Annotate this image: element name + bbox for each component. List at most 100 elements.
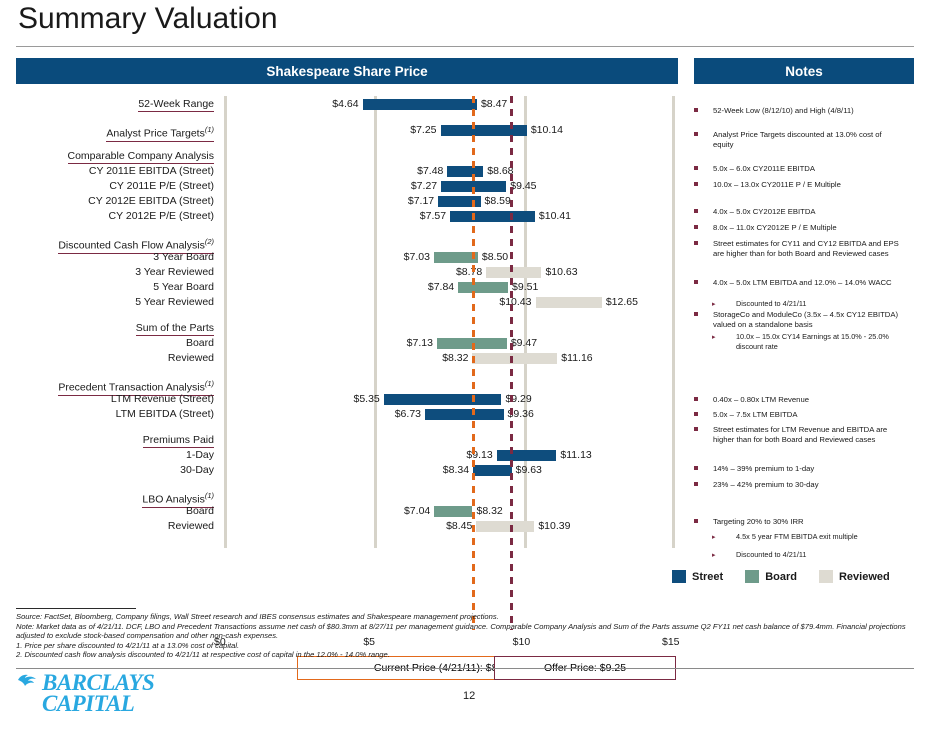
note-subitem: ▸ 4.5x 5 year FTM EBITDA exit multiple xyxy=(694,532,890,542)
legend-swatch xyxy=(818,570,833,583)
bar-high-value: $10.63 xyxy=(545,266,578,278)
row-label: 5 Year Board xyxy=(153,281,214,293)
note-item: Street estimates for CY11 and CY12 EBITD… xyxy=(694,239,904,259)
bar-low-value: $7.03 xyxy=(403,251,430,263)
bar-high-value: $8.32 xyxy=(476,505,503,517)
row-label: LTM Revenue (Street) xyxy=(110,393,214,405)
row-label: 3 Year Board xyxy=(153,251,214,263)
range-bar xyxy=(476,521,535,532)
arrow-icon: ▸ xyxy=(712,301,716,308)
bar-low-value: $6.73 xyxy=(394,408,421,420)
bottom-divider xyxy=(16,668,914,669)
note-item: Analyst Price Targets discounted at 13.0… xyxy=(694,130,904,150)
bar-high-value: $10.14 xyxy=(530,124,563,136)
bullet-icon xyxy=(694,466,698,470)
note-item: Targeting 20% to 30% IRR xyxy=(694,517,904,527)
note-item: 5.0x – 7.5x LTM EBITDA xyxy=(694,410,904,420)
gridline-15 xyxy=(672,96,675,548)
bar-high-value: $12.65 xyxy=(605,296,638,308)
row-label: Board xyxy=(185,505,214,517)
row-label: 5 Year Reviewed xyxy=(135,296,214,308)
note-item: 10.0x – 13.0x CY2011E P / E Multiple xyxy=(694,180,904,190)
bar-low-value: $8.78 xyxy=(455,266,483,278)
range-bar xyxy=(450,211,535,222)
bar-low-value: $7.57 xyxy=(419,210,447,222)
row-label: 3 Year Reviewed xyxy=(135,266,214,278)
note-subtext: 4.5x 5 year FTM EBITDA exit multiple xyxy=(736,532,858,541)
note-subtext: Discounted to 4/21/11 xyxy=(736,550,807,559)
chart-legend: Street Board Reviewed xyxy=(672,570,890,583)
note-text: 4.0x – 5.0x CY2012E EBITDA xyxy=(713,207,816,216)
bar-high-value: $9.51 xyxy=(512,281,539,293)
range-bar xyxy=(472,353,558,364)
bullet-icon xyxy=(694,241,698,245)
footnote-line: Source: FactSet, Bloomberg, Company fili… xyxy=(16,612,499,621)
gridline-5 xyxy=(374,96,377,548)
bullet-icon xyxy=(694,312,698,316)
note-item: 14% – 39% premium to 1-day xyxy=(694,464,904,474)
row-label: Reviewed xyxy=(167,352,214,364)
barclays-eagle-icon xyxy=(18,674,36,686)
bullet-icon xyxy=(694,209,698,213)
footnote-line: 1. Price per share discounted to 4/21/11… xyxy=(16,640,240,650)
bar-high-value: $8.59 xyxy=(484,195,511,207)
bullet-icon xyxy=(694,132,698,136)
row-label: CY 2012E P/E (Street) xyxy=(108,210,214,222)
note-text: 5.0x – 6.0x CY2011E EBITDA xyxy=(713,164,815,173)
group-heading: Analyst Price Targets(1) xyxy=(106,125,214,142)
row-label: LTM EBITDA (Street) xyxy=(115,408,214,420)
footnote-line: Note: Market data as of 4/21/11. DCF, LB… xyxy=(16,621,906,641)
bar-high-value: $8.50 xyxy=(481,251,509,263)
note-text: 5.0x – 7.5x LTM EBITDA xyxy=(713,410,798,419)
logo-line-1: BARCLAYS xyxy=(42,670,155,695)
note-text: Analyst Price Targets discounted at 13.0… xyxy=(713,130,882,149)
group-heading: Sum of the Parts xyxy=(135,322,214,336)
footnote-divider xyxy=(16,608,136,609)
page-title: Summary Valuation xyxy=(18,2,278,35)
note-text: StorageCo and ModuleCo (3.5x – 4.5x CY12… xyxy=(713,310,899,329)
barclays-capital-logo: BARCLAYS CAPITAL xyxy=(16,670,155,715)
range-bar xyxy=(440,125,527,136)
range-bar xyxy=(425,409,504,420)
note-item: 4.0x – 5.0x LTM EBITDA and 12.0% – 14.0%… xyxy=(694,278,904,288)
row-label: Board xyxy=(185,337,214,349)
bar-low-value: $5.35 xyxy=(353,393,380,405)
bar-low-value: $7.25 xyxy=(410,124,437,136)
legend-label: Board xyxy=(765,570,797,583)
note-subtext: 10.0x – 15.0x CY14 Earnings at 15.0% - 2… xyxy=(736,332,889,351)
row-label: CY 2011E P/E (Street) xyxy=(109,180,214,192)
bar-high-value: $11.16 xyxy=(561,352,593,364)
gridline-0 xyxy=(224,96,227,548)
bullet-icon xyxy=(694,427,698,431)
legend-swatch xyxy=(745,570,760,583)
bullet-icon xyxy=(694,166,698,170)
row-label: 30-Day xyxy=(180,464,214,476)
bar-low-value: $8.32 xyxy=(442,352,469,364)
legend-item: Board xyxy=(745,570,797,583)
range-bar xyxy=(486,267,542,278)
bar-low-value: $7.17 xyxy=(407,195,435,207)
note-item: StorageCo and ModuleCo (3.5x – 4.5x CY12… xyxy=(694,310,904,330)
offer-price-marker xyxy=(510,96,513,630)
bar-low-value: $8.34 xyxy=(442,464,470,476)
range-bar xyxy=(447,166,484,177)
bullet-icon xyxy=(694,519,698,523)
bar-high-value: $10.39 xyxy=(538,520,571,532)
page-number: 12 xyxy=(463,690,476,702)
legend-item: Street xyxy=(672,570,723,583)
bullet-icon xyxy=(694,412,698,416)
bar-low-value: $7.84 xyxy=(427,281,455,293)
legend-swatch xyxy=(672,570,686,583)
bullet-icon xyxy=(694,397,698,401)
bar-high-value: $9.47 xyxy=(510,337,538,349)
note-item: 5.0x – 6.0x CY2011E EBITDA xyxy=(694,164,904,174)
note-item: 0.40x – 0.80x LTM Revenue xyxy=(694,395,904,405)
note-item: 23% – 42% premium to 30-day xyxy=(694,480,904,490)
note-subitem: ▸ Discounted to 4/21/11 xyxy=(694,550,890,560)
row-label: CY 2012E EBITDA (Street) xyxy=(88,195,214,207)
bar-low-value: $7.04 xyxy=(403,505,431,517)
note-item: 4.0x – 5.0x CY2012E EBITDA xyxy=(694,207,904,217)
bar-low-value: $7.27 xyxy=(410,180,438,192)
note-subitem: ▸ 10.0x – 15.0x CY14 Earnings at 15.0% - … xyxy=(694,332,890,352)
bar-low-value: $4.64 xyxy=(332,98,359,110)
